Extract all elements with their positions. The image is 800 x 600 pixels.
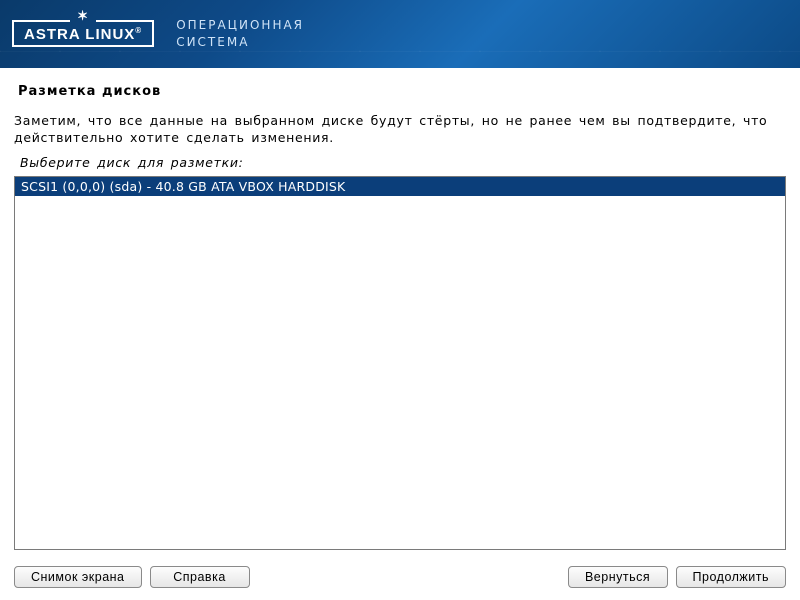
disk-listbox[interactable]: SCSI1 (0,0,0) (sda) - 40.8 GB ATA VBOX H… bbox=[14, 176, 786, 550]
prompt-text: Выберите диск для разметки: bbox=[20, 155, 786, 170]
help-button[interactable]: Справка bbox=[150, 566, 250, 588]
footer-bar: Снимок экрана Справка Вернуться Продолжи… bbox=[0, 556, 800, 600]
page-title: Разметка дисков bbox=[18, 84, 786, 99]
registered-icon: ® bbox=[135, 26, 142, 35]
continue-button[interactable]: Продолжить bbox=[676, 566, 786, 588]
subtitle-line1: ОПЕРАЦИОННАЯ bbox=[176, 17, 304, 34]
screenshot-button[interactable]: Снимок экрана bbox=[14, 566, 142, 588]
warning-text: Заметим, что все данные на выбранном дис… bbox=[14, 113, 786, 147]
star-icon: ✶ bbox=[77, 9, 89, 22]
disk-row[interactable]: SCSI1 (0,0,0) (sda) - 40.8 GB ATA VBOX H… bbox=[15, 177, 785, 196]
brand-block: ✶ ASTRA LINUX® ОПЕРАЦИОННАЯ СИСТЕМА bbox=[12, 17, 304, 51]
brand-logo: ✶ ASTRA LINUX® bbox=[12, 22, 154, 47]
brand-text: ASTRA LINUX bbox=[24, 26, 135, 43]
back-button[interactable]: Вернуться bbox=[568, 566, 668, 588]
subtitle-line2: СИСТЕМА bbox=[176, 34, 304, 51]
installer-header: ✶ ASTRA LINUX® ОПЕРАЦИОННАЯ СИСТЕМА bbox=[0, 0, 800, 68]
footer-spacer bbox=[258, 566, 560, 588]
main-panel: Разметка дисков Заметим, что все данные … bbox=[0, 68, 800, 556]
brand-subtitle: ОПЕРАЦИОННАЯ СИСТЕМА bbox=[176, 17, 304, 51]
